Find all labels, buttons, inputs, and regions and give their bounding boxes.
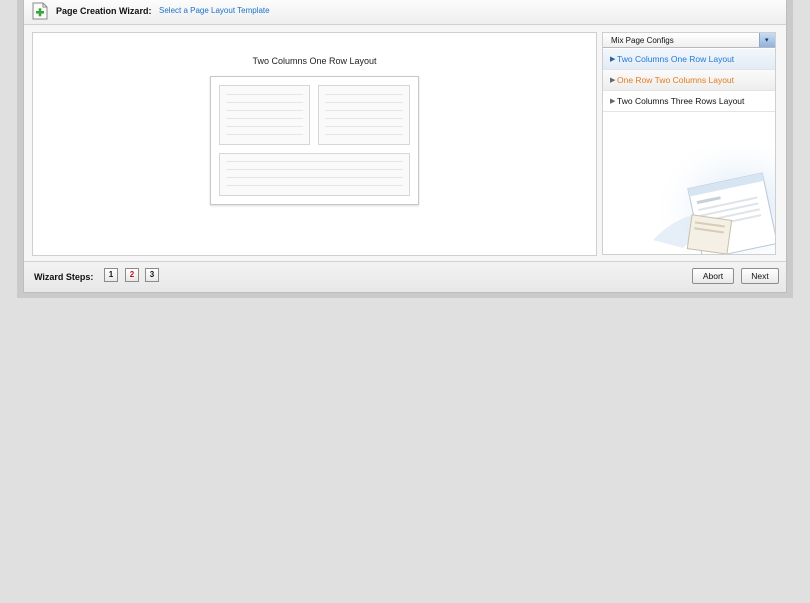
wizard-window: Page Creation Wizard: Select a Page Layo… bbox=[17, 0, 793, 298]
wizard-steps-label: Wizard Steps: bbox=[34, 272, 94, 282]
wizard-step-1[interactable]: 1 bbox=[104, 268, 118, 282]
layout-column-left bbox=[219, 85, 310, 145]
wizard-step-3[interactable]: 3 bbox=[145, 268, 159, 282]
abort-button[interactable]: Abort bbox=[692, 268, 734, 284]
wizard-title: Page Creation Wizard: bbox=[56, 6, 152, 16]
dropdown-toggle-button[interactable]: ▾ bbox=[759, 33, 775, 47]
layout-preview-panel: Two Columns One Row Layout bbox=[32, 32, 597, 256]
layout-preview-thumbnail bbox=[210, 76, 419, 205]
layout-option-two-columns-one-row[interactable]: ▶ Two Columns One Row Layout bbox=[603, 49, 775, 70]
layout-option-one-row-two-columns[interactable]: ▶ One Row Two Columns Layout bbox=[603, 70, 775, 91]
layout-row-bottom bbox=[219, 153, 410, 196]
add-page-icon bbox=[32, 2, 48, 20]
layout-option-label: One Row Two Columns Layout bbox=[617, 75, 735, 85]
page-template-illustration bbox=[643, 148, 775, 254]
dropdown-selected-value: Mix Page Configs bbox=[611, 36, 674, 45]
caret-right-icon: ▶ bbox=[610, 56, 616, 63]
layout-column-right bbox=[318, 85, 410, 145]
layout-list-panel: Mix Page Configs ▾ ▶ Two Columns One Row… bbox=[602, 32, 776, 255]
caret-right-icon: ▶ bbox=[610, 77, 616, 84]
layout-option-label: Two Columns Three Rows Layout bbox=[617, 96, 745, 106]
wizard-footer: Wizard Steps: 1 2 3 Abort Next bbox=[24, 261, 786, 292]
layout-config-dropdown[interactable]: Mix Page Configs ▾ bbox=[603, 33, 775, 48]
chevron-down-icon: ▾ bbox=[765, 37, 769, 44]
wizard-step-description: Select a Page Layout Template bbox=[159, 6, 270, 15]
layout-preview-title: Two Columns One Row Layout bbox=[252, 56, 377, 66]
wizard-panel: Page Creation Wizard: Select a Page Layo… bbox=[23, 0, 787, 293]
layout-option-label: Two Columns One Row Layout bbox=[617, 54, 735, 64]
next-button[interactable]: Next bbox=[741, 268, 779, 284]
wizard-header: Page Creation Wizard: Select a Page Layo… bbox=[24, 0, 786, 25]
wizard-step-2[interactable]: 2 bbox=[125, 268, 139, 282]
layout-option-two-columns-three-rows[interactable]: ▶ Two Columns Three Rows Layout bbox=[603, 91, 775, 112]
caret-right-icon: ▶ bbox=[610, 98, 616, 105]
